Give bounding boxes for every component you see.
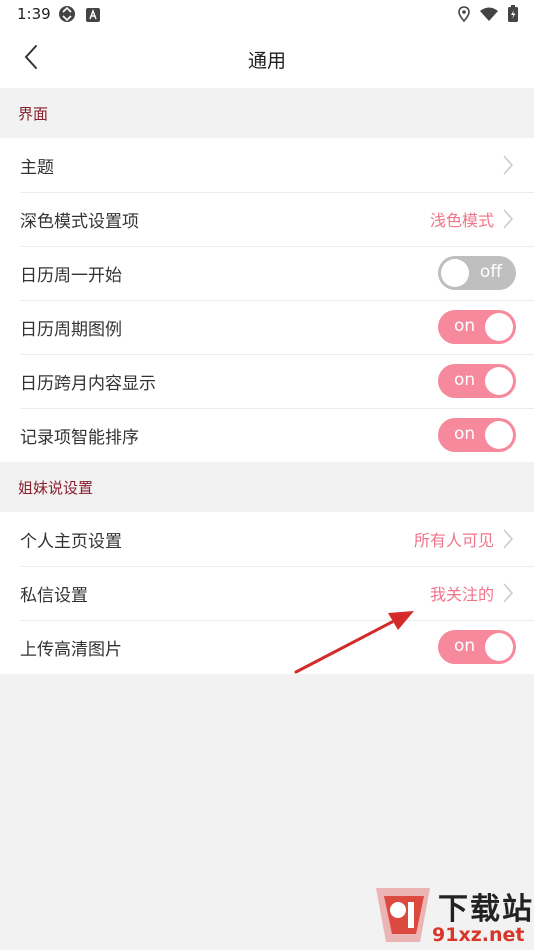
watermark-title: 下载站	[438, 892, 534, 927]
chevron-right-icon	[502, 528, 516, 550]
toggle-text: on	[454, 636, 476, 656]
page-title: 通用	[247, 50, 286, 72]
toggle-knob	[441, 259, 469, 287]
toggle-switch[interactable]: on	[438, 630, 516, 664]
toggle-text: on	[454, 370, 476, 390]
watermark-domain: 91xz.net	[432, 924, 525, 946]
row-value: 所有人可见	[413, 531, 494, 550]
sync-icon	[58, 5, 76, 27]
chevron-right-icon	[502, 582, 516, 604]
toggle-knob	[485, 633, 513, 661]
toggle-text: on	[454, 316, 476, 336]
settings-row-profile[interactable]: 个人主页设置 所有人可见	[0, 512, 534, 566]
chevron-right-icon	[502, 208, 516, 230]
watermark-logo-icon	[376, 888, 430, 942]
section-header-interface: 界面	[18, 104, 49, 123]
status-time: 1:39	[17, 5, 51, 23]
watermark: 下载站 91xz.net	[370, 880, 534, 950]
settings-row-cycle-legend: 日历周期图例 on	[0, 300, 534, 354]
section-header-sisters: 姐妹说设置	[18, 478, 94, 497]
toggle-switch[interactable]: on	[438, 364, 516, 398]
status-bar: 1:39	[0, 0, 534, 28]
toggle-text: on	[454, 424, 476, 444]
chevron-right-icon	[502, 154, 516, 176]
toggle-text: off	[479, 262, 502, 282]
settings-row-cross-month-content: 日历跨月内容显示 on	[0, 354, 534, 408]
row-label: 日历周期图例	[20, 319, 122, 340]
row-label: 记录项智能排序	[20, 427, 139, 448]
settings-row-week-start-monday: 日历周一开始 off	[0, 246, 534, 300]
toggle-knob	[485, 421, 513, 449]
row-label: 深色模式设置项	[20, 211, 139, 232]
wifi-icon	[480, 6, 498, 25]
settings-list-sisters: 个人主页设置 所有人可见 私信设置 我关注的 上传高清图片 on	[0, 512, 534, 674]
row-label: 日历跨月内容显示	[20, 373, 156, 394]
row-value: 我关注的	[429, 585, 494, 604]
location-icon	[458, 5, 470, 26]
row-label: 主题	[20, 157, 54, 178]
row-label: 日历周一开始	[20, 265, 122, 286]
settings-row-theme[interactable]: 主题	[0, 138, 534, 192]
nav-bar: 通用	[0, 28, 534, 88]
settings-row-private-message[interactable]: 私信设置 我关注的	[0, 566, 534, 620]
row-label: 私信设置	[20, 585, 88, 606]
settings-row-smart-sort: 记录项智能排序 on	[0, 408, 534, 462]
battery-icon	[508, 5, 518, 26]
settings-list-interface: 主题 深色模式设置项 浅色模式 日历周一开始 off 日历周期图例 on 日历跨…	[0, 138, 534, 462]
row-value: 浅色模式	[429, 211, 494, 230]
toggle-switch[interactable]: on	[438, 310, 516, 344]
row-label: 上传高清图片	[20, 639, 122, 660]
settings-row-dark-mode[interactable]: 深色模式设置项 浅色模式	[0, 192, 534, 246]
app-notification-icon	[86, 7, 100, 26]
toggle-switch[interactable]: on	[438, 418, 516, 452]
toggle-knob	[485, 367, 513, 395]
toggle-knob	[485, 313, 513, 341]
toggle-switch[interactable]: off	[438, 256, 516, 290]
settings-row-hd-upload: 上传高清图片 on	[0, 620, 534, 674]
row-label: 个人主页设置	[20, 531, 122, 552]
